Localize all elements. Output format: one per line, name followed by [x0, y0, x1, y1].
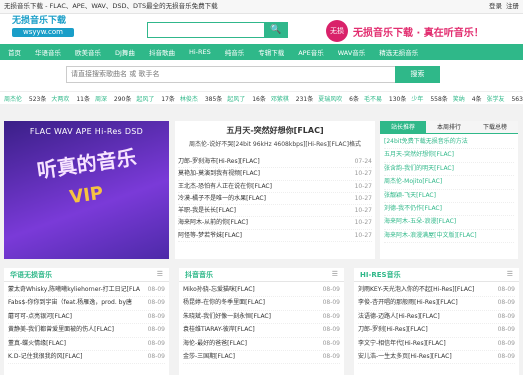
- panel-title[interactable]: HI-RES音乐: [360, 270, 401, 279]
- brand-icon: 无损: [326, 20, 348, 42]
- header-search-button[interactable]: 🔍: [264, 22, 288, 38]
- hot-tag[interactable]: 林俊杰 385条: [180, 94, 222, 103]
- list-item[interactable]: 海来阿木-五朵-浪漫[FLAC]: [384, 216, 514, 230]
- list-item[interactable]: 张靓颖-飞天[FLAC]: [384, 190, 514, 204]
- hot-tag[interactable]: 周深 290条: [95, 94, 131, 103]
- list-item[interactable]: K.D-记住我很我的风[FLAC] 08-09: [8, 351, 165, 365]
- list-item[interactable]: 海来阿木-从前的你[FLAC] 10-27: [178, 217, 372, 230]
- list-item[interactable]: 董真-蝶火情缘[FLAC] 08-09: [8, 338, 165, 352]
- list-item[interactable]: 周杰伦-Mojito[FLAC]: [384, 176, 514, 190]
- search-bar: 请直接搜索歌曲名 或 歌手名 搜索: [0, 60, 523, 91]
- login-link[interactable]: 登录: [489, 2, 502, 10]
- menu-icon[interactable]: ☰: [157, 270, 163, 279]
- hot-tags: 周杰伦 523条 大两欢 11条 周深 290条 起风了 17条 林俊杰 385条 起风了…: [0, 91, 523, 104]
- list-item[interactable]: 刘雨KEY-天光泡入你的不起[Hi-Res][FLAC] 08-09: [358, 284, 515, 298]
- list-item[interactable]: 黄静美-我们都曾爱里面被的伤人[FLAC] 08-09: [8, 324, 165, 338]
- nav-item[interactable]: 欧美音乐: [75, 47, 101, 57]
- nav-item[interactable]: APE音乐: [298, 47, 323, 57]
- ranking-tab[interactable]: 站长推荐: [380, 121, 426, 133]
- nav-item[interactable]: 华语音乐: [35, 47, 61, 57]
- nav-item[interactable]: DJ舞曲: [115, 47, 135, 57]
- nav-item[interactable]: Hi-RES: [189, 48, 211, 56]
- site-logo[interactable]: 无损音乐下载 wsyyw.com: [12, 16, 74, 37]
- search-button[interactable]: 搜索: [395, 66, 440, 83]
- hot-tag[interactable]: 大两欢 11条: [51, 94, 90, 103]
- list-item[interactable]: 法语德-迈路人[Hi-Res][FLAC] 08-09: [358, 311, 515, 325]
- hot-tag[interactable]: 夏瑞风吹 6条: [318, 94, 359, 103]
- list-item[interactable]: 海来阿木-浪漫满屋[中文版][FLAC]: [384, 230, 514, 244]
- hot-tag[interactable]: 起风了 16条: [227, 94, 266, 103]
- hot-tag[interactable]: 张学友 563条: [487, 94, 523, 103]
- panel-title[interactable]: 抖音音乐: [185, 270, 213, 279]
- nav-item[interactable]: 精选无损音乐: [379, 47, 418, 57]
- featured-panel: 五月天-突然好想你[FLAC] 周杰伦-说好不哭[24bit 96kHz 460…: [175, 121, 375, 259]
- hot-tag[interactable]: 笑纳 4条: [453, 94, 482, 103]
- brand-slogan: 无损 无损音乐下载 · 真在听音乐！: [326, 20, 484, 42]
- header: 无损音乐下载 wsyyw.com 🔍 无损 无损音乐下载 · 真在听音乐！: [0, 14, 523, 44]
- list-item[interactable]: 莫艳加-莫演到我有视频[FLAC] 10-27: [178, 168, 372, 181]
- list-item[interactable]: 海伦-最好的爸爸[FLAC] 08-09: [183, 338, 340, 352]
- nav-item[interactable]: 专辑下载: [258, 47, 284, 57]
- hot-tag[interactable]: 邓紫棋 231条: [271, 94, 313, 103]
- ranking-panel: 站长推荐 本周排行 下载总榜 [24bit免费下载无损音乐的方法 五月天-突然好想你[…: [380, 121, 518, 259]
- panel-hires: HI-RES音乐 ☰ 刘雨KEY-天光泡入你的不起[Hi-Res][FLAC] 08…: [354, 268, 519, 375]
- featured-headline[interactable]: 五月天-突然好想你[FLAC]: [175, 125, 375, 136]
- list-item[interactable]: 蒙太奇Whisky,陈曦曦kyliehorner-打工日记[FLA 08-09: [8, 284, 165, 298]
- list-item[interactable]: 朱晓斌-我们好像一刻永恒[FLAC] 08-09: [183, 311, 340, 325]
- list-item[interactable]: Miko孙骁-忘爱猫咪[FLAC] 08-09: [183, 284, 340, 298]
- list-item[interactable]: 杨昆婷-在你的冬季里面[FLAC] 08-09: [183, 297, 340, 311]
- list-item[interactable]: 刘德-我不仍作[FLAC]: [384, 203, 514, 217]
- hot-tag[interactable]: 起风了 17条: [136, 94, 175, 103]
- list-item[interactable]: 刀郎-罗刹海市[Hi-Res][FLAC] 07-24: [178, 156, 372, 169]
- top-bar: 无损音乐下载 - FLAC、APE、WAV、DSD、DTS最全的无损音乐免费下载…: [0, 0, 523, 14]
- list-item[interactable]: 袁桂维TiARAY-彼岸[FLAC] 08-09: [183, 324, 340, 338]
- list-item[interactable]: 蘑可可-点亮银河[FLAC] 08-09: [8, 311, 165, 325]
- nav-item[interactable]: 抖音歌曲: [149, 47, 175, 57]
- list-item[interactable]: 刀郎-罗刹[Hi-Res][FLAC] 08-09: [358, 324, 515, 338]
- hot-tag[interactable]: 少年 558条: [411, 94, 447, 103]
- list-item[interactable]: Fabs$-你你到宇宙（feat.杨雁逸，prod. by唐 08-09: [8, 297, 165, 311]
- list-item[interactable]: 张含韵-我们的明天[FLAC]: [384, 163, 514, 177]
- header-search-input[interactable]: [147, 22, 275, 38]
- list-item[interactable]: 李俊-杏开唱的那般雨[Hi-Res][FLAC] 08-09: [358, 297, 515, 311]
- list-item[interactable]: 五月天-突然好想你[FLAC]: [384, 149, 514, 163]
- menu-icon[interactable]: ☰: [332, 270, 338, 279]
- featured-subtitle[interactable]: 周杰伦-说好不哭[24bit 96kHz 4608kbps][Hi-Res][F…: [175, 139, 375, 148]
- menu-icon[interactable]: ☰: [507, 270, 513, 279]
- search-input[interactable]: 请直接搜索歌曲名 或 歌手名: [66, 66, 396, 83]
- main-nav: 首页 华语音乐 欧美音乐 DJ舞曲 抖音歌曲 Hi-RES 纯音乐 专辑下载 APE音乐 WAV音…: [0, 44, 523, 60]
- nav-item[interactable]: 首页: [8, 47, 21, 57]
- list-item[interactable]: 冷漠-橘子不是唯一的水果[FLAC] 10-27: [178, 193, 372, 206]
- panel-title[interactable]: 华语无损音乐: [10, 270, 52, 279]
- promo-banner[interactable]: FLAC WAV APE Hi-Res DSD 听真的音乐 VIP: [4, 121, 169, 259]
- nav-item[interactable]: 纯音乐: [225, 47, 245, 57]
- list-item[interactable]: [24bit免费下载无损音乐的方法: [384, 136, 514, 150]
- list-item[interactable]: 王北杰-恐怕有人正在说在你[FLAC] 10-27: [178, 181, 372, 193]
- list-item[interactable]: 李文宁-相信年代[Hi-Res][FLAC] 08-09: [358, 338, 515, 352]
- nav-item[interactable]: WAV音乐: [338, 47, 366, 57]
- hot-tag[interactable]: 周杰伦 523条: [4, 94, 46, 103]
- ranking-tab[interactable]: 本周排行: [426, 121, 472, 133]
- list-item[interactable]: 金莎-三国期[FLAC] 08-09: [183, 351, 340, 365]
- list-item[interactable]: 阿怪等-梦若爷妹[FLAC] 10-27: [178, 230, 372, 243]
- hot-tag[interactable]: 毛不易 130条: [364, 94, 406, 103]
- panel-douyin: 抖音音乐 ☰ Miko孙骁-忘爱猫咪[FLAC] 08-09 杨昆婷-在你的冬季里面[…: [179, 268, 344, 375]
- list-item[interactable]: 羊职-我是长长[FLAC] 10-27: [178, 205, 372, 218]
- list-item[interactable]: 安儿浩-一生太多页[Hi-Res][FLAC] 08-09: [358, 351, 515, 365]
- site-notice: 无损音乐下载 - FLAC、APE、WAV、DSD、DTS最全的无损音乐免费下载: [4, 2, 218, 10]
- panel-chinese-lossless: 华语无损音乐 ☰ 蒙太奇Whisky,陈曦曦kyliehorner-打工日记[FL…: [4, 268, 169, 375]
- ranking-tab[interactable]: 下载总榜: [472, 121, 518, 133]
- register-link[interactable]: 注册: [506, 2, 519, 10]
